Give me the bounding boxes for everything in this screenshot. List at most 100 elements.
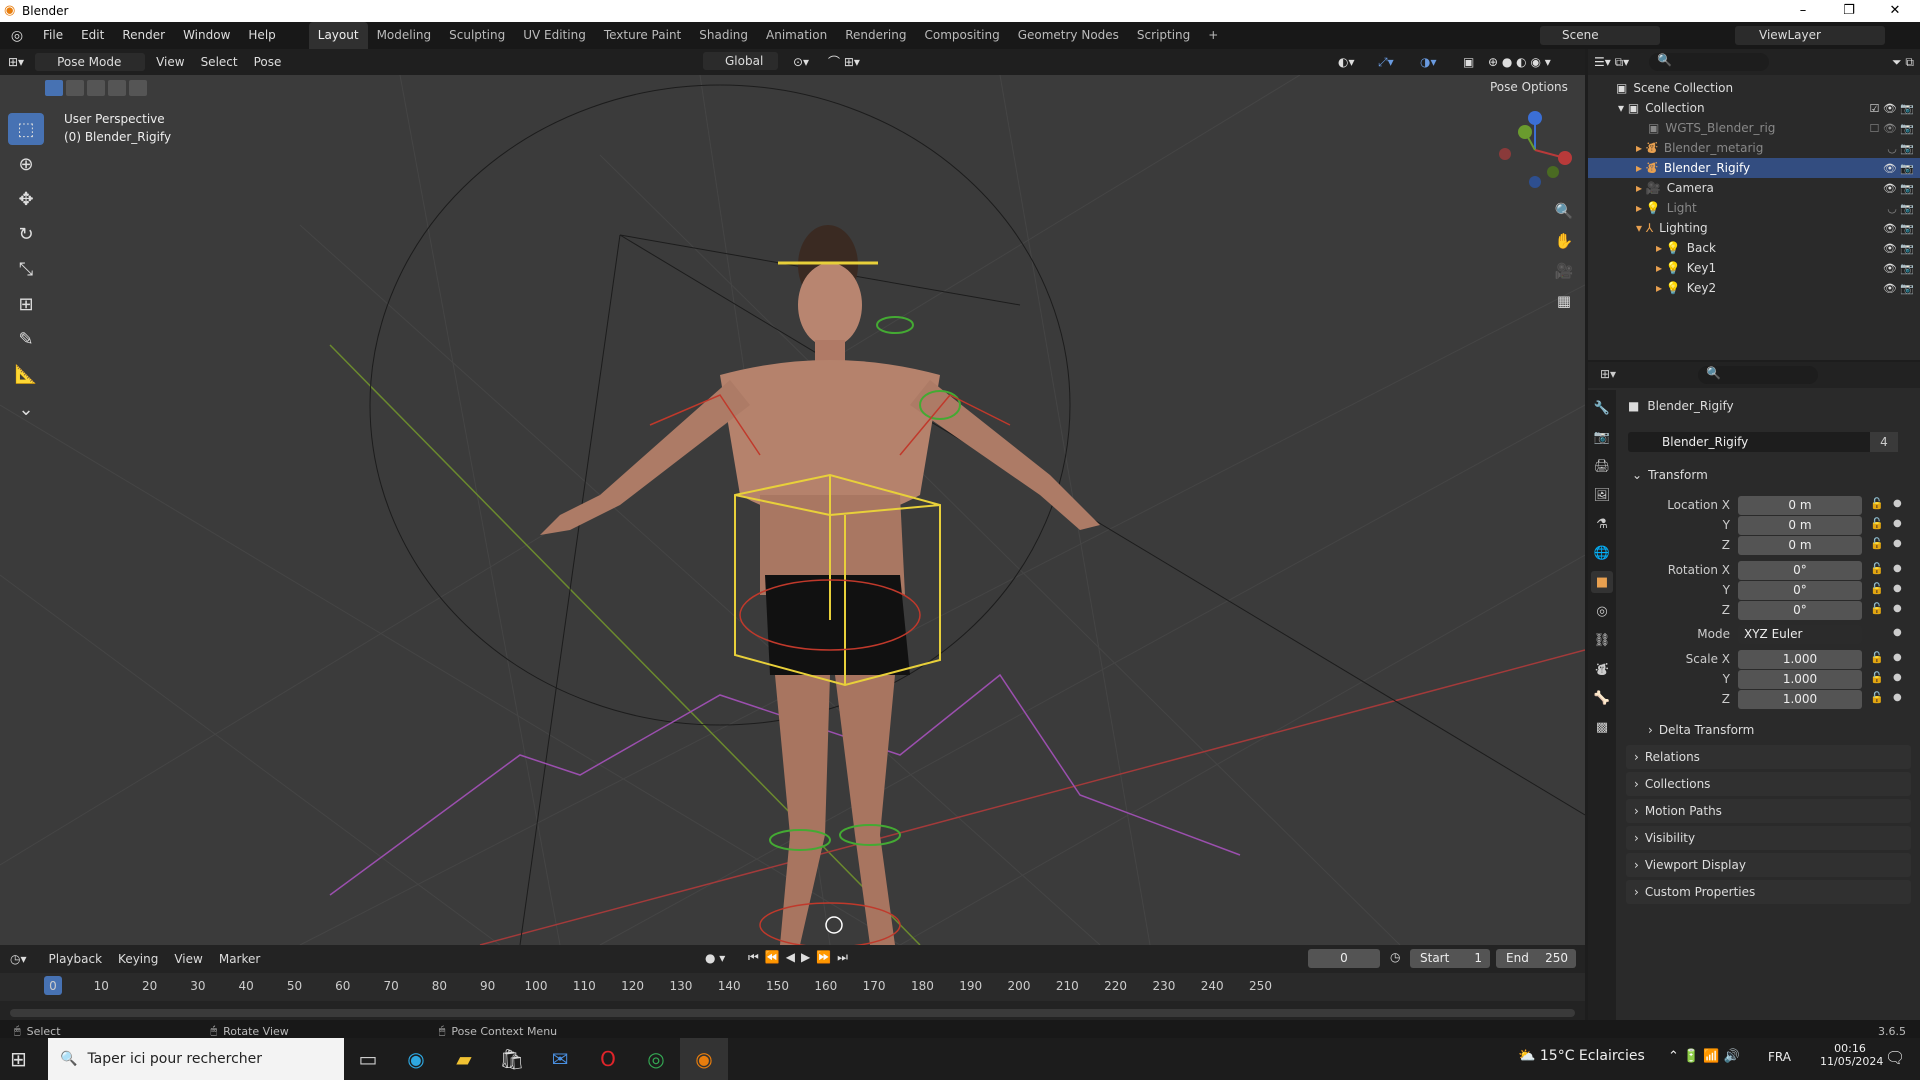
outliner-row-scene-collection[interactable]: ▣ Scene Collection bbox=[1588, 78, 1920, 98]
tab-shading[interactable]: Shading bbox=[690, 22, 757, 49]
menu-edit[interactable]: Edit bbox=[72, 22, 113, 49]
editor-type-icon[interactable]: ⊞▾ bbox=[0, 49, 32, 75]
keyframe-dot-icon[interactable]: ● bbox=[1893, 672, 1902, 683]
row-toggles[interactable]: 👁 📷 bbox=[1883, 282, 1914, 295]
overlay-toggle-icon[interactable]: ◑▾ bbox=[1412, 49, 1445, 75]
mail-icon[interactable]: ✉ bbox=[536, 1038, 584, 1080]
lock-icon[interactable]: 🔓 bbox=[1870, 582, 1884, 595]
end-frame-field[interactable]: End 250 bbox=[1496, 949, 1576, 968]
keyframe-dot-icon[interactable]: ● bbox=[1893, 518, 1902, 529]
rotation-y-field[interactable]: 0° bbox=[1738, 581, 1862, 600]
menu-help[interactable]: Help bbox=[239, 22, 284, 49]
lock-icon[interactable]: 🔓 bbox=[1870, 671, 1884, 684]
user-count[interactable]: 4 bbox=[1870, 432, 1898, 452]
keyframe-dot-icon[interactable]: ● bbox=[1893, 538, 1902, 549]
select-intersect-icon[interactable] bbox=[129, 80, 147, 96]
filter-icon[interactable]: ⏷ ⧉ bbox=[1892, 55, 1914, 70]
taskbar-search[interactable]: 🔍 Taper ici pour rechercher bbox=[48, 1038, 344, 1080]
tab-uv-editing[interactable]: UV Editing bbox=[514, 22, 595, 49]
visibility-icon[interactable]: ◐▾ bbox=[1330, 49, 1363, 75]
lock-icon[interactable]: 🔓 bbox=[1870, 497, 1884, 510]
keyframe-dot-icon[interactable]: ● bbox=[1893, 692, 1902, 703]
move-tool-icon[interactable]: ✥ bbox=[8, 183, 44, 215]
collections-panel[interactable]: › Collections bbox=[1626, 772, 1911, 796]
object-name-field[interactable]: Blender_Rigify bbox=[1628, 432, 1898, 452]
location-y-field[interactable]: 0 m bbox=[1738, 516, 1862, 535]
lock-icon[interactable]: 🔓 bbox=[1870, 517, 1884, 530]
tab-layout[interactable]: Layout bbox=[308, 22, 368, 49]
rotate-tool-icon[interactable]: ↻ bbox=[8, 218, 44, 250]
render-tab-icon[interactable]: 📷 bbox=[1591, 426, 1613, 448]
pose-options-dropdown[interactable]: Pose Options bbox=[1490, 80, 1568, 94]
outliner-row-camera[interactable]: ▸ 🎥 Camera 👁 📷 bbox=[1588, 178, 1920, 198]
timeline-scrollbar[interactable] bbox=[10, 1009, 1575, 1017]
pose-menu[interactable]: Pose bbox=[246, 49, 290, 75]
current-frame-field[interactable]: 0 bbox=[1308, 949, 1380, 968]
shading-modes-icon[interactable]: ⊕ ● ◐ ◉ ▾ bbox=[1480, 49, 1559, 75]
gizmo-toggle-icon[interactable]: ⤢▾ bbox=[1370, 49, 1402, 75]
menu-file[interactable]: File bbox=[34, 22, 72, 49]
outliner-row-collection[interactable]: ▾ ▣ Collection ☑ 👁 📷 bbox=[1588, 98, 1920, 118]
tab-sculpting[interactable]: Sculpting bbox=[440, 22, 514, 49]
navigation-gizmo[interactable] bbox=[1495, 110, 1575, 190]
tab-rendering[interactable]: Rendering bbox=[836, 22, 915, 49]
measure-tool-icon[interactable]: 📐 bbox=[8, 358, 44, 390]
select-subtract-icon[interactable] bbox=[87, 80, 105, 96]
select-box-tool-icon[interactable]: ⬚ bbox=[8, 113, 44, 145]
keyframe-dot-icon[interactable]: ● bbox=[1893, 498, 1902, 509]
select-new-icon[interactable] bbox=[45, 80, 63, 96]
rotation-mode-dropdown[interactable]: XYZ Euler bbox=[1738, 625, 1862, 644]
select-extend-icon[interactable] bbox=[66, 80, 84, 96]
frame-ruler[interactable]: 0 10 20 30 40 50 60 70 80 90 100 110 120 130 140 150 160… bbox=[0, 973, 1585, 1001]
windows-start-icon[interactable]: ⊞ bbox=[10, 1047, 27, 1071]
relations-panel[interactable]: › Relations bbox=[1626, 745, 1911, 769]
annotate-tool-icon[interactable]: ✎ bbox=[8, 323, 44, 355]
blender-menu-icon[interactable]: ◎ bbox=[0, 28, 34, 44]
clock-icon[interactable]: ◷ bbox=[1390, 950, 1400, 964]
tab-texture-paint[interactable]: Texture Paint bbox=[595, 22, 690, 49]
rotation-z-field[interactable]: 0° bbox=[1738, 601, 1862, 620]
xray-icon[interactable]: ▣ bbox=[1455, 49, 1482, 75]
maximize-button[interactable]: ❐ bbox=[1826, 0, 1872, 22]
keying-menu[interactable]: Keying bbox=[110, 946, 166, 972]
close-button[interactable]: ✕ bbox=[1872, 0, 1918, 22]
motion-paths-panel[interactable]: › Motion Paths bbox=[1626, 799, 1911, 823]
scale-z-field[interactable]: 1.000 bbox=[1738, 690, 1862, 709]
cursor-tool-icon[interactable]: ⊕ bbox=[8, 148, 44, 180]
mode-dropdown[interactable]: Pose Mode bbox=[35, 53, 146, 71]
playback-menu[interactable]: Playback bbox=[41, 946, 111, 972]
row-toggles[interactable]: ◡ 📷 bbox=[1887, 142, 1914, 155]
keyframe-dot-icon[interactable]: ● bbox=[1893, 652, 1902, 663]
keyframe-dot-icon[interactable]: ● bbox=[1893, 627, 1902, 638]
custom-properties-panel[interactable]: › Custom Properties bbox=[1626, 880, 1911, 904]
outliner-row-light[interactable]: ▸ 💡 Light ◡ 📷 bbox=[1588, 198, 1920, 218]
edge-icon[interactable]: ◉ bbox=[392, 1038, 440, 1080]
zoom-icon[interactable]: 🔍 bbox=[1550, 197, 1578, 225]
snap-icon[interactable]: ⌒ ⊞▾ bbox=[820, 49, 868, 75]
row-toggles[interactable]: 👁 📷 bbox=[1883, 242, 1914, 255]
language-indicator[interactable]: FRA bbox=[1768, 1050, 1791, 1064]
outliner-row-key1[interactable]: ▸ 💡 Key1 👁 📷 bbox=[1588, 258, 1920, 278]
lock-icon[interactable]: 🔓 bbox=[1870, 651, 1884, 664]
viewport-display-panel[interactable]: › Viewport Display bbox=[1626, 853, 1911, 877]
scene-selector[interactable]: Scene bbox=[1540, 26, 1660, 45]
opera-icon[interactable]: O bbox=[584, 1038, 632, 1080]
camera-view-icon[interactable]: 🎥 bbox=[1550, 257, 1578, 285]
row-toggles[interactable]: 👁 📷 bbox=[1883, 162, 1914, 175]
row-toggles[interactable]: ◡ 📷 bbox=[1887, 202, 1914, 215]
properties-search-icon[interactable]: 🔍 bbox=[1698, 366, 1818, 384]
marker-menu[interactable]: Marker bbox=[211, 946, 268, 972]
pan-hand-icon[interactable]: ✋ bbox=[1550, 227, 1578, 255]
menu-render[interactable]: Render bbox=[113, 22, 174, 49]
select-invert-icon[interactable] bbox=[108, 80, 126, 96]
location-x-field[interactable]: 0 m bbox=[1738, 496, 1862, 515]
keyframe-dot-icon[interactable]: ● bbox=[1893, 563, 1902, 574]
tab-animation[interactable]: Animation bbox=[757, 22, 836, 49]
lock-icon[interactable]: 🔓 bbox=[1870, 537, 1884, 550]
display-mode-icon[interactable]: ☰▾ ⧉▾ bbox=[1594, 55, 1629, 70]
tab-geometry-nodes[interactable]: Geometry Nodes bbox=[1009, 22, 1128, 49]
transform-panel-header[interactable]: ⌄ Transform bbox=[1632, 465, 1708, 485]
clock[interactable]: 00:16 11/05/2024 bbox=[1820, 1042, 1883, 1068]
tab-compositing[interactable]: Compositing bbox=[915, 22, 1008, 49]
output-tab-icon[interactable]: 🖨 bbox=[1591, 455, 1613, 477]
